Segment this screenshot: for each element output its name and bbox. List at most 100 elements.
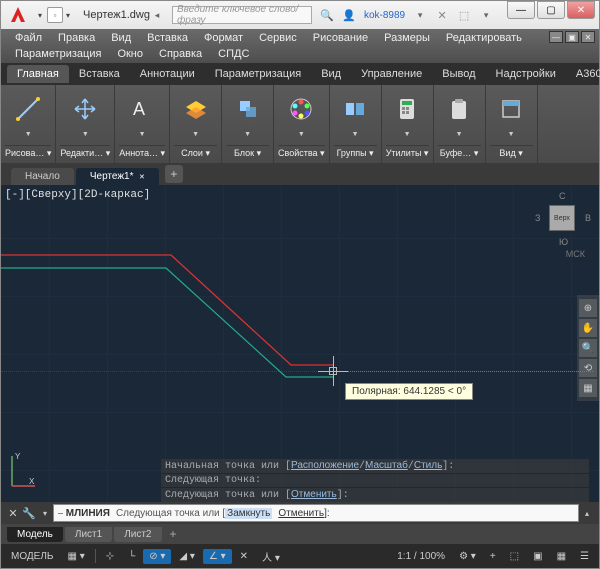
- view-icon[interactable]: [495, 93, 527, 125]
- app-logo[interactable]: [7, 4, 29, 26]
- nav-zoom-icon[interactable]: 🔍: [579, 339, 597, 357]
- clipboard-icon[interactable]: [443, 93, 475, 125]
- ribbon-tabstrip: ГлавнаяВставкаАннотацииПараметризацияВид…: [1, 63, 599, 85]
- ribbon-panel[interactable]: ▼Группы ▾: [330, 85, 382, 163]
- ucs-icon[interactable]: Y X: [7, 451, 37, 496]
- status-grid-icon[interactable]: ▦ ▾: [61, 549, 90, 564]
- menu-item[interactable]: Вид: [103, 30, 139, 46]
- text-icon[interactable]: A: [126, 93, 158, 125]
- status-scale[interactable]: 1:1 / 100%: [391, 549, 451, 564]
- maximize-button[interactable]: ▢: [537, 1, 565, 19]
- menu-item[interactable]: Сервис: [251, 30, 305, 46]
- search-input[interactable]: Введите ключевое слово/фразу: [172, 6, 312, 24]
- layout-tab[interactable]: Лист1: [65, 527, 112, 542]
- doc-close-icon[interactable]: ✕: [581, 31, 595, 43]
- status-model-button[interactable]: МОДЕЛЬ: [5, 549, 59, 564]
- ribbon-panel[interactable]: ▼Слои ▾: [170, 85, 222, 163]
- menu-item[interactable]: Файл: [7, 30, 50, 46]
- help-icon[interactable]: ⬚: [457, 8, 471, 22]
- ribbon-panel[interactable]: ▼Блок ▾: [222, 85, 274, 163]
- ribbon-tab[interactable]: Вывод: [432, 65, 485, 83]
- calc-icon[interactable]: [391, 93, 423, 125]
- status-snapmode-icon[interactable]: ⊹: [100, 549, 120, 564]
- qat-dropdown-icon[interactable]: ▾: [63, 7, 73, 23]
- menu-item[interactable]: Размеры: [376, 30, 438, 46]
- layout-add-button[interactable]: +: [164, 527, 183, 541]
- nav-wheel-icon[interactable]: ⊕: [579, 299, 597, 317]
- menu-item[interactable]: Рисование: [305, 30, 376, 46]
- menu-item[interactable]: Формат: [196, 30, 251, 46]
- signin-icon[interactable]: 👤: [342, 8, 356, 22]
- doc-tab-active[interactable]: Чертеж1* ✕: [76, 168, 159, 185]
- cmd-close-icon[interactable]: ✕: [5, 505, 21, 521]
- ribbon-panel[interactable]: ▼Буфе… ▾: [434, 85, 486, 163]
- qat-new-icon[interactable]: ▫: [47, 7, 63, 23]
- status-gear-icon[interactable]: ⚙ ▾: [453, 549, 482, 564]
- cmd-history-line: Следующая точка или [Отменить]:: [161, 488, 589, 502]
- ribbon-panel[interactable]: ▼Вид ▾: [486, 85, 538, 163]
- status-clean-icon[interactable]: ▦: [551, 549, 572, 564]
- user-label[interactable]: kok-8989: [364, 10, 405, 21]
- layout-tabs: МодельЛист1Лист2+: [1, 524, 599, 544]
- doc-tab-home[interactable]: Начало: [11, 168, 74, 185]
- ribbon-tab[interactable]: Главная: [7, 65, 69, 83]
- status-ortho-icon[interactable]: └: [122, 549, 141, 564]
- status-polar-icon[interactable]: ⊘ ▾: [143, 549, 171, 564]
- ribbon-tab[interactable]: Надстройки: [486, 65, 566, 83]
- menu-item[interactable]: Редактировать: [438, 30, 530, 46]
- move-icon[interactable]: [69, 93, 101, 125]
- ribbon-panel[interactable]: A▼Аннота… ▾: [115, 85, 170, 163]
- menu-item[interactable]: Правка: [50, 30, 103, 46]
- line-icon[interactable]: [12, 93, 44, 125]
- layout-tab[interactable]: Модель: [7, 527, 63, 542]
- close-button[interactable]: ✕: [567, 1, 595, 19]
- menu-item[interactable]: Вставка: [139, 30, 196, 46]
- block-icon[interactable]: [232, 93, 264, 125]
- ribbon-tab[interactable]: Управление: [351, 65, 432, 83]
- menu-item[interactable]: Справка: [151, 46, 210, 62]
- minimize-button[interactable]: —: [507, 1, 535, 19]
- menu-item[interactable]: Окно: [109, 46, 151, 62]
- command-input[interactable]: ⎯ МЛИНИЯ Следующая точка или [ Замкнуть …: [53, 504, 579, 522]
- nav-pan-icon[interactable]: ✋: [579, 319, 597, 337]
- viewport-label[interactable]: [-][Сверху][2D-каркас]: [5, 189, 150, 201]
- menu-item[interactable]: Параметризация: [7, 46, 109, 62]
- status-lineweight-icon[interactable]: 人 ▾: [256, 547, 286, 566]
- palette-icon[interactable]: [285, 93, 317, 125]
- status-plus-icon[interactable]: +: [484, 549, 502, 564]
- menu-item[interactable]: СПДС: [210, 46, 257, 62]
- cmd-config-icon[interactable]: 🔧: [21, 505, 37, 521]
- ribbon-tab[interactable]: Вид: [311, 65, 351, 83]
- layout-tab[interactable]: Лист2: [114, 527, 161, 542]
- search-icon[interactable]: 🔍: [320, 8, 334, 22]
- status-max-icon[interactable]: ▣: [527, 549, 548, 564]
- titlebar: ▾ ▫ ▾ Чертеж1.dwg ◂ Введите ключевое сло…: [1, 1, 599, 29]
- doc-restore-icon[interactable]: ▣: [565, 31, 579, 43]
- qat-menu-arrow[interactable]: ▾: [35, 7, 45, 23]
- ucs-label[interactable]: МСК: [566, 249, 585, 259]
- nav-showmotion-icon[interactable]: ▦: [579, 379, 597, 397]
- ribbon-panel[interactable]: ▼Утилиты ▾: [382, 85, 434, 163]
- ribbon-panel[interactable]: ▼Свойства ▾: [274, 85, 330, 163]
- drawing-canvas[interactable]: [-][Сверху][2D-каркас] С В Ю З Верх МСК …: [1, 185, 599, 502]
- title-arrow-left-icon[interactable]: ◂: [150, 10, 164, 21]
- status-custom-icon[interactable]: ☰: [574, 549, 595, 564]
- ribbon-panel[interactable]: ▼Рисова… ▾: [1, 85, 56, 163]
- viewcube[interactable]: С В Ю З Верх: [535, 191, 591, 247]
- status-otrack-icon[interactable]: ✕: [234, 549, 254, 564]
- ribbon-tab[interactable]: A360: [566, 65, 600, 83]
- ribbon-tab[interactable]: Вставка: [69, 65, 130, 83]
- status-osnap-icon[interactable]: ∠ ▾: [203, 549, 232, 564]
- ribbon-panel[interactable]: ▼Редакти… ▾: [56, 85, 115, 163]
- exchange-icon[interactable]: ✕: [435, 8, 449, 22]
- doc-tab-add-button[interactable]: +: [165, 165, 183, 183]
- status-iso-icon[interactable]: ⬚: [504, 549, 525, 564]
- status-isodraft-icon[interactable]: ◢ ▾: [173, 549, 201, 564]
- group-icon[interactable]: [339, 93, 371, 125]
- nav-orbit-icon[interactable]: ⟲: [579, 359, 597, 377]
- ribbon-tab[interactable]: Параметризация: [205, 65, 311, 83]
- ribbon-tab[interactable]: Аннотации: [130, 65, 205, 83]
- doc-minimize-icon[interactable]: —: [549, 31, 563, 43]
- cmd-recent-icon[interactable]: ▴: [579, 505, 595, 521]
- layers-icon[interactable]: [180, 93, 212, 125]
